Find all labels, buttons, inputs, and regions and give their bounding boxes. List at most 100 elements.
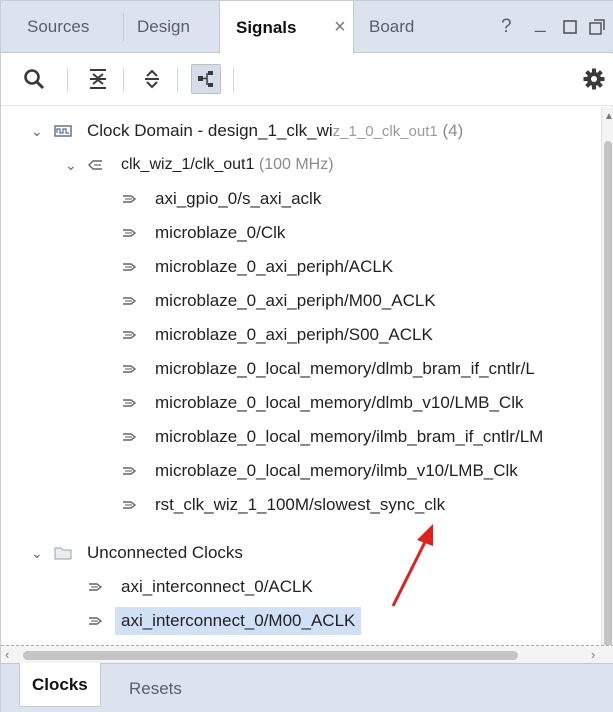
restore-icon: [563, 20, 577, 34]
clock-pin-icon: [121, 227, 139, 239]
tree-row-clock-signal[interactable]: microblaze_0/Clk: [1, 216, 601, 250]
chevron-down-icon[interactable]: ⌄: [31, 123, 43, 140]
tab-strip: Sources Design Signals × Board ? _: [1, 0, 613, 54]
clock-signal-label: microblaze_0/Clk: [155, 223, 286, 242]
tree-row-unconnected-clock[interactable]: axi_interconnect_0/M00_ACLK: [1, 604, 601, 638]
clock-signal-label: rst_clk_wiz_1_100M/slowest_sync_clk: [155, 495, 446, 514]
toolbar: [1, 54, 613, 106]
clock-signal-label: axi_gpio_0/s_axi_aclk: [155, 189, 322, 208]
unconnected-clock-label: axi_interconnect_0/ACLK: [121, 577, 313, 596]
expand-all-button[interactable]: [137, 64, 167, 94]
clock-pin-icon: [121, 193, 139, 205]
tree-row-clock-signal[interactable]: microblaze_0_axi_periph/ACLK: [1, 250, 601, 284]
vertical-scrollbar[interactable]: ▲: [601, 107, 613, 661]
clock-pin-icon: [121, 465, 139, 477]
minimize-button[interactable]: _: [535, 0, 546, 49]
clock-pin-icon: [121, 363, 139, 375]
clock-source-name: clk_wiz_1/clk_out1: [121, 156, 255, 173]
toolbar-divider: [123, 68, 124, 92]
toolbar-divider: [67, 68, 68, 92]
unconnected-clocks-label: Unconnected Clocks: [87, 543, 243, 562]
clock-signal-label: microblaze_0_local_memory/ilmb_v10/LMB_C…: [155, 461, 518, 480]
tree-row-clock-domain[interactable]: ⌄ Clock Domain - design_1_clk_wiz_1_0_cl…: [1, 114, 601, 148]
expand-all-icon: [145, 69, 159, 89]
clock-signal-label: microblaze_0_axi_periph/M00_ACLK: [155, 291, 436, 310]
scroll-up-icon[interactable]: ▲: [604, 111, 613, 122]
clock-tree: ⌄ Clock Domain - design_1_clk_wiz_1_0_cl…: [1, 107, 601, 645]
folder-icon: [54, 546, 72, 560]
clock-pin-icon: [121, 431, 139, 443]
scroll-right-icon[interactable]: ›: [591, 647, 595, 662]
tab-design-label: Design: [137, 17, 190, 36]
toolbar-divider: [177, 68, 178, 92]
horizontal-scrollbar[interactable]: ‹ ›: [1, 645, 613, 663]
clock-domain-name: Clock Domain - design_1_clk_wi: [87, 121, 333, 140]
signals-panel: Sources Design Signals × Board ? _ ⌄ Clo…: [0, 0, 613, 712]
clock-pin-icon: [121, 397, 139, 409]
scroll-left-icon[interactable]: ‹: [5, 647, 9, 662]
tab-board-label: Board: [369, 17, 415, 36]
group-by-hierarchy-button[interactable]: [191, 64, 221, 94]
tree-row-clock-signal[interactable]: microblaze_0_axi_periph/M00_ACLK: [1, 284, 601, 318]
clock-pin-icon: [121, 499, 139, 511]
tree-row-clock-signal[interactable]: axi_gpio_0/s_axi_aclk: [1, 182, 601, 216]
clock-source-label: clk_wiz_1/clk_out1 (100 MHz): [121, 156, 334, 174]
tab-resets-label: Resets: [129, 679, 182, 698]
chevron-down-icon[interactable]: ⌄: [31, 545, 43, 562]
clock-domain-name-muted: z_1_0_clk_out1: [332, 123, 438, 140]
restore-button[interactable]: [563, 1, 577, 53]
tab-board[interactable]: Board: [369, 1, 414, 53]
search-button[interactable]: [19, 64, 49, 94]
collapse-all-icon: [90, 69, 106, 89]
settings-button[interactable]: [579, 64, 609, 94]
clock-pin-icon: [87, 615, 105, 627]
clock-signal-label: microblaze_0_local_memory/dlmb_v10/LMB_C…: [155, 393, 524, 412]
clock-domain-label: Clock Domain - design_1_clk_wiz_1_0_clk_…: [87, 121, 463, 141]
tab-design[interactable]: Design: [137, 1, 190, 53]
hierarchy-icon: [198, 71, 213, 87]
tree-row-unconnected-clocks[interactable]: ⌄ Unconnected Clocks: [1, 536, 601, 570]
clock-pin-icon: [87, 581, 105, 593]
clock-domain-icon: [54, 124, 72, 138]
bottom-tab-strip: Clocks Resets: [1, 663, 613, 712]
close-tab-icon[interactable]: ×: [334, 16, 346, 39]
search-icon: [24, 69, 45, 90]
tab-signals[interactable]: Signals ×: [219, 1, 354, 54]
collapse-all-button[interactable]: [83, 64, 113, 94]
clock-signal-label: microblaze_0_axi_periph/ACLK: [155, 257, 394, 276]
horizontal-scroll-thumb[interactable]: [23, 651, 518, 660]
gear-icon: [583, 68, 605, 90]
tab-clocks-label: Clocks: [32, 674, 88, 694]
tree-row-clock-signal[interactable]: microblaze_0_local_memory/ilmb_v10/LMB_C…: [1, 454, 601, 488]
help-icon: ?: [501, 16, 512, 37]
tab-sources[interactable]: Sources: [27, 1, 89, 53]
clock-signal-label: microblaze_0_local_memory/dlmb_bram_if_c…: [155, 359, 535, 378]
clock-pin-icon: [121, 261, 139, 273]
tree-row-clock-signal[interactable]: microblaze_0_local_memory/dlmb_bram_if_c…: [1, 352, 601, 386]
minimize-icon: _: [535, 12, 546, 33]
clock-output-icon: [87, 159, 105, 171]
annotation-arrow: [391, 524, 433, 607]
tab-sources-label: Sources: [27, 17, 90, 36]
tree-row-clock-source[interactable]: ⌄ clk_wiz_1/clk_out1 (100 MHz): [1, 148, 601, 182]
float-button[interactable]: [589, 1, 605, 53]
chevron-down-icon[interactable]: ⌄: [65, 157, 77, 174]
unconnected-clock-label: axi_interconnect_0/M00_ACLK: [115, 607, 362, 635]
vertical-scroll-thumb[interactable]: [604, 141, 612, 661]
tab-signals-label: Signals: [236, 17, 297, 37]
tree-row-clock-signal[interactable]: microblaze_0_local_memory/dlmb_v10/LMB_C…: [1, 386, 601, 420]
tree-row-clock-signal[interactable]: microblaze_0_local_memory/ilmb_bram_if_c…: [1, 420, 601, 454]
tab-resets[interactable]: Resets: [129, 664, 182, 712]
float-window-icon: [589, 19, 605, 35]
clock-pin-icon: [121, 329, 139, 341]
tree-row-clock-signal[interactable]: microblaze_0_axi_periph/S00_ACLK: [1, 318, 601, 352]
clock-signal-label: microblaze_0_local_memory/ilmb_bram_if_c…: [155, 427, 544, 446]
toolbar-divider: [233, 68, 234, 92]
tree-row-clock-signal[interactable]: rst_clk_wiz_1_100M/slowest_sync_clk: [1, 488, 601, 522]
clock-pin-icon: [121, 295, 139, 307]
clock-source-frequency: (100 MHz): [258, 156, 334, 173]
clock-signal-label: microblaze_0_axi_periph/S00_ACLK: [155, 325, 433, 344]
tab-clocks[interactable]: Clocks: [19, 663, 101, 707]
tree-row-unconnected-clock[interactable]: axi_interconnect_0/ACLK: [1, 570, 601, 604]
help-button[interactable]: ?: [501, 1, 512, 53]
